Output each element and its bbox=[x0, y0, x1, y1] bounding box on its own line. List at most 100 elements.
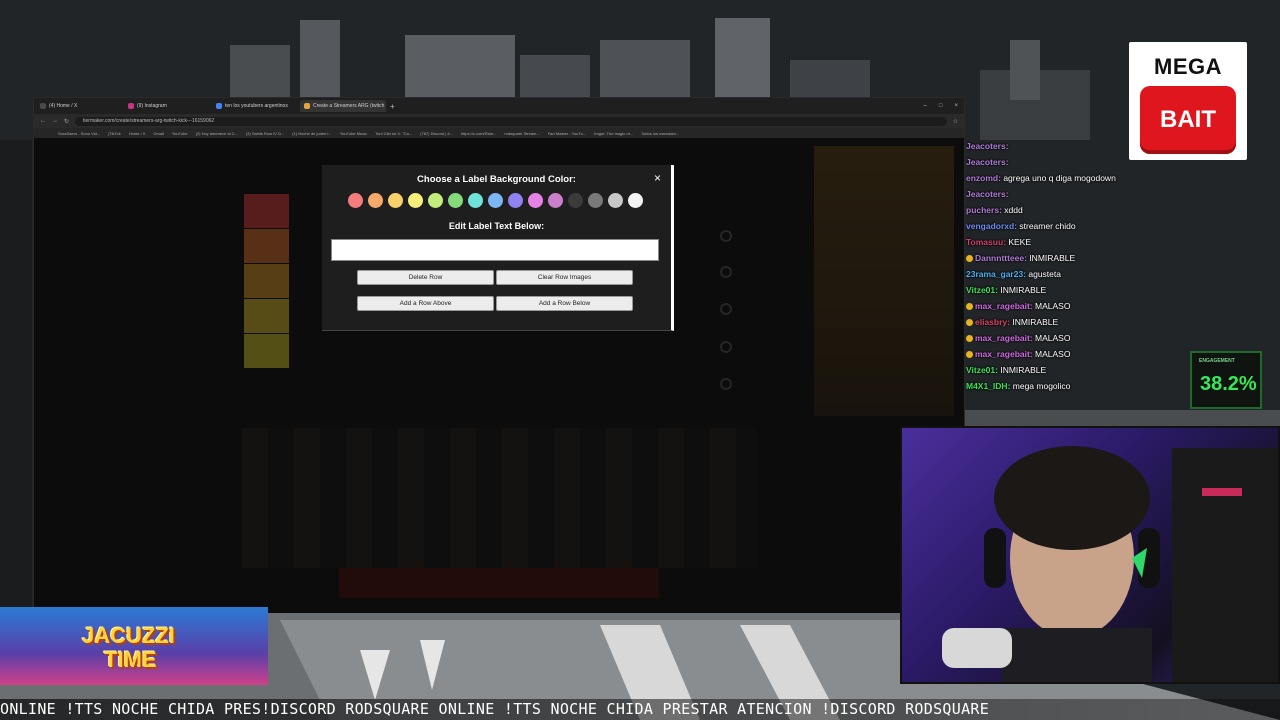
tab-youtubers[interactable]: ten los youtubers argentinos bbox=[212, 100, 298, 112]
bookmark-item[interactable]: Home / X bbox=[129, 131, 146, 136]
color-swatch[interactable] bbox=[488, 193, 503, 208]
color-swatch[interactable] bbox=[368, 193, 383, 208]
color-swatches bbox=[348, 193, 643, 208]
stream-ticker: ONLINE !TTS NOCHE CHIDA PRES!DISCORD ROD… bbox=[0, 699, 1280, 720]
color-swatch[interactable] bbox=[508, 193, 523, 208]
tab-tiermaker[interactable]: Create a Streamers ARG (twitch bbox=[300, 100, 386, 112]
edit-label-title: Edit Label Text Below: bbox=[448, 221, 545, 231]
chat-username: 23rama_gar23: bbox=[966, 269, 1027, 279]
add-row-below-button[interactable]: Add a Row Below bbox=[496, 296, 633, 311]
instagram-icon bbox=[128, 103, 134, 109]
tab-instagram[interactable]: (9) Instagram bbox=[124, 100, 210, 112]
color-swatch[interactable] bbox=[428, 193, 443, 208]
chat-username: Dannnttteee: bbox=[975, 253, 1027, 263]
label-settings-modal: × Choose a Label Background Color: Edit … bbox=[322, 165, 674, 331]
chat-text: INMIRABLE bbox=[1009, 317, 1059, 327]
color-swatch[interactable] bbox=[628, 193, 643, 208]
chat-message: puchers: xddd bbox=[966, 202, 1196, 218]
chat-text: MALASO bbox=[1032, 349, 1071, 359]
chat-message: Jeacoters: bbox=[966, 138, 1196, 154]
color-swatch[interactable] bbox=[448, 193, 463, 208]
chat-username: Tomasuu: bbox=[966, 237, 1006, 247]
chat-message: Vitze01: INMIRABLE bbox=[966, 282, 1196, 298]
stream-chat: Jeacoters: Jeacoters: enzomd: agrega uno… bbox=[966, 138, 1196, 400]
url-field[interactable]: tiermaker.com/create/streamers-arg-twitc… bbox=[75, 116, 947, 126]
chat-username: M4X1_IDH: bbox=[966, 381, 1011, 391]
bookmark-item[interactable]: Gmail bbox=[153, 131, 163, 136]
add-row-above-button[interactable]: Add a Row Above bbox=[357, 296, 494, 311]
color-swatch[interactable] bbox=[608, 193, 623, 208]
close-window-icon[interactable]: × bbox=[954, 103, 958, 109]
time-word: TIME bbox=[104, 647, 157, 672]
bookmark-item[interactable]: (3) Saints Row IV D... bbox=[246, 131, 284, 136]
chat-username: Vitze01: bbox=[966, 365, 998, 375]
bookmark-item[interactable]: YouTube bbox=[172, 131, 188, 136]
badge-icon bbox=[966, 335, 973, 342]
color-swatch[interactable] bbox=[408, 193, 423, 208]
badge-icon bbox=[966, 351, 973, 358]
color-swatch[interactable] bbox=[468, 193, 483, 208]
back-icon[interactable]: ← bbox=[40, 118, 46, 124]
bookmark-item[interactable]: (787) Discord | #... bbox=[420, 131, 453, 136]
forward-icon[interactable]: → bbox=[52, 118, 58, 124]
bookmark-item[interactable]: [TikTok bbox=[108, 131, 121, 136]
tab-x[interactable]: (4) Home / X bbox=[36, 100, 122, 112]
chat-message: 23rama_gar23: agusteta bbox=[966, 266, 1196, 282]
tab-label: (4) Home / X bbox=[49, 103, 78, 109]
tab-label: Create a Streamers ARG (twitch bbox=[313, 103, 385, 109]
bookmark-item[interactable]: (2) Hoy amenece al C... bbox=[196, 131, 238, 136]
badge-icon bbox=[966, 255, 973, 262]
color-swatch[interactable] bbox=[348, 193, 363, 208]
chat-text: INMIRABLE bbox=[997, 365, 1047, 375]
bookmark-item[interactable]: Todos los marcador... bbox=[641, 131, 679, 136]
chat-message: max_ragebait: MALASO bbox=[966, 330, 1196, 346]
color-swatch[interactable] bbox=[528, 193, 543, 208]
chat-text: streamer chido bbox=[1017, 221, 1076, 231]
chat-username: max_ragebait: bbox=[975, 301, 1033, 311]
tiermaker-icon bbox=[304, 103, 310, 109]
chat-username: max_ragebait: bbox=[975, 349, 1033, 359]
bookmark-item[interactable]: Imgur: The magic of... bbox=[594, 131, 633, 136]
chat-username: Vitze01: bbox=[966, 285, 998, 295]
chat-text: INMIRABLE bbox=[997, 285, 1047, 295]
bookmark-item[interactable]: (1) Noche de joden t... bbox=[292, 131, 332, 136]
color-swatch[interactable] bbox=[548, 193, 563, 208]
chat-message: vengadorxd: streamer chido bbox=[966, 218, 1196, 234]
chat-username: Jeacoters: bbox=[966, 141, 1009, 151]
clear-row-images-button[interactable]: Clear Row Images bbox=[496, 270, 633, 285]
color-swatch[interactable] bbox=[588, 193, 603, 208]
new-tab-button[interactable]: + bbox=[390, 102, 395, 111]
webcam-feed bbox=[900, 426, 1280, 684]
badge-icon bbox=[966, 303, 973, 310]
chat-message: enzomd: agrega uno q diga mogodown bbox=[966, 170, 1196, 186]
chat-message: max_ragebait: MALASO bbox=[966, 346, 1196, 362]
bookmark-item[interactable]: https://c.com/Rain... bbox=[461, 131, 496, 136]
delete-row-button[interactable]: Delete Row bbox=[357, 270, 494, 285]
bookmark-item[interactable]: Fart Master - YouTu... bbox=[548, 131, 587, 136]
color-swatch[interactable] bbox=[388, 193, 403, 208]
chat-message: Jeacoters: bbox=[966, 154, 1196, 170]
bookmark-item[interactable]: YouTube Music bbox=[340, 131, 367, 136]
chat-text: agusteta bbox=[1026, 269, 1061, 279]
modal-title: Choose a Label Background Color: bbox=[417, 174, 576, 185]
maximize-icon[interactable]: □ bbox=[939, 103, 943, 109]
chat-username: Jeacoters: bbox=[966, 189, 1009, 199]
label-text-input[interactable] bbox=[331, 239, 659, 261]
tab-label: (9) Instagram bbox=[137, 103, 167, 109]
chat-message: eliasbry: INMIRABLE bbox=[966, 314, 1196, 330]
bookmark-item[interactable]: rodsquare Stream... bbox=[504, 131, 539, 136]
star-icon[interactable]: ☆ bbox=[953, 118, 958, 125]
mega-text: MEGA bbox=[1154, 54, 1222, 79]
bookmark-item[interactable]: SoraSaero - Sono Vid... bbox=[58, 131, 100, 136]
chat-username: max_ragebait: bbox=[975, 333, 1033, 343]
bookmark-item[interactable]: Toni Giiri on X: "Ca... bbox=[375, 131, 412, 136]
x-icon bbox=[40, 103, 46, 109]
color-swatch[interactable] bbox=[568, 193, 583, 208]
minimize-icon[interactable]: – bbox=[924, 103, 927, 109]
chat-username: eliasbry: bbox=[975, 317, 1010, 327]
reload-icon[interactable]: ↻ bbox=[64, 118, 69, 125]
chat-username: puchers: bbox=[966, 205, 1002, 215]
tab-bar: (4) Home / X (9) Instagram ten los youtu… bbox=[34, 98, 964, 114]
chat-message: Vitze01: INMIRABLE bbox=[966, 362, 1196, 378]
badge-icon bbox=[966, 319, 973, 326]
